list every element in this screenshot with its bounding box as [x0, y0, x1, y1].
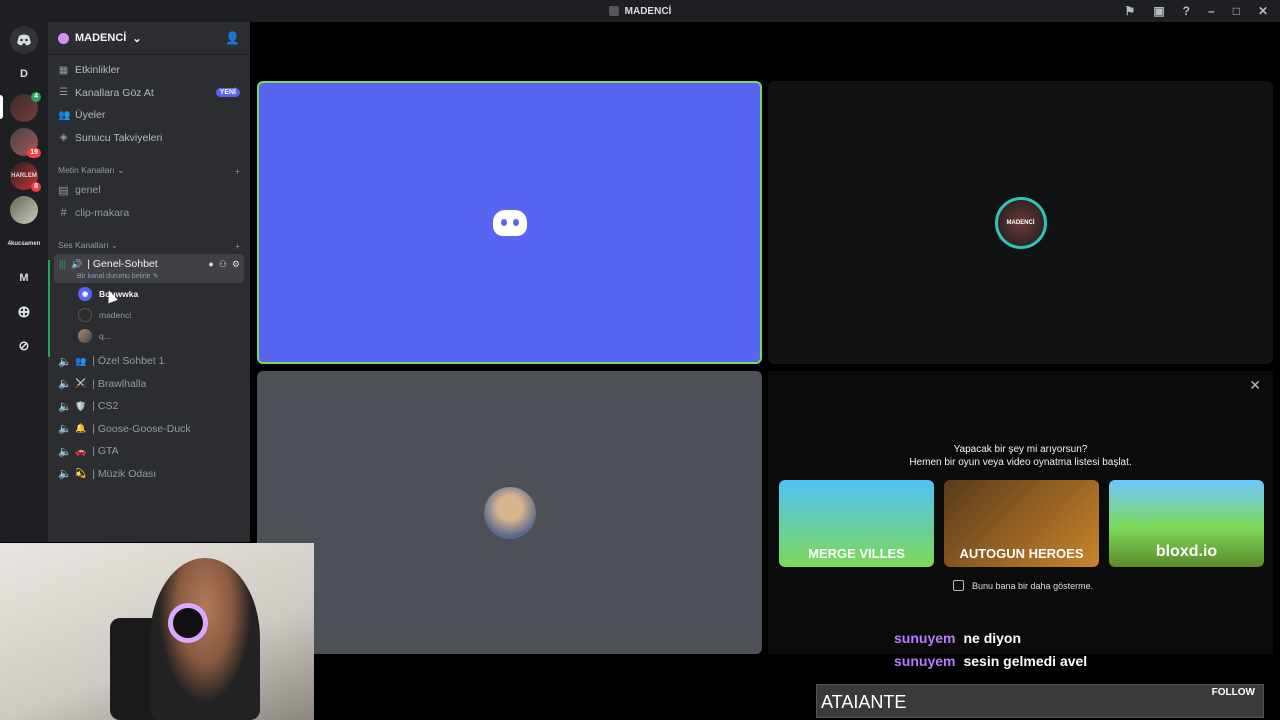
follower-name: ATAIANTE — [821, 692, 907, 712]
channel-genel[interactable]: ▤ genel — [48, 179, 250, 202]
discord-logo-icon — [492, 209, 527, 236]
nav-server-boosts[interactable]: ◈ Sunucu Takviyeleri — [48, 127, 250, 150]
voice-member[interactable]: madenci — [48, 304, 250, 325]
chat-message: sunuyem ne diyon — [894, 630, 1022, 646]
guild-d[interactable]: D — [10, 60, 38, 88]
speaker-icon: 🔈 — [58, 378, 72, 391]
video-tile-server[interactable]: MADENCİ — [768, 81, 1273, 364]
voice-activity-icon: ||| — [59, 259, 67, 269]
speaker-icon: 🔊 — [71, 258, 83, 269]
add-server-icon[interactable]: ⊕ — [10, 298, 38, 326]
guild-madenci[interactable]: 4 — [10, 92, 41, 122]
server-icon — [608, 6, 619, 16]
game-card[interactable]: bloxd.io — [1109, 480, 1264, 567]
follow-alert: ATAIANTE FOLLOW — [816, 684, 1264, 718]
follow-label: FOLLOW — [1211, 687, 1255, 698]
text-category[interactable]: Metin Kanalları ⌄ + — [48, 157, 250, 179]
voice-connected-line — [48, 260, 50, 357]
browse-icon: ☰ — [59, 87, 68, 99]
voice-category[interactable]: Ses Kanalları ⌄ + — [48, 232, 250, 254]
invite-icon[interactable]: ⚇ — [219, 259, 227, 270]
avatar: ◉ — [78, 286, 92, 301]
screen-icon[interactable]: ▣ — [1153, 4, 1164, 18]
server-header[interactable]: MADENCİ ⌄ 👤 — [48, 22, 250, 54]
guild-4kucsamen[interactable]: 4kucsamen — [8, 230, 41, 258]
guild-harlem[interactable]: HARLEM 8 — [10, 162, 41, 192]
calendar-icon: ▦ — [58, 64, 69, 76]
minimize-button[interactable]: – — [1208, 4, 1215, 18]
voice-channel[interactable]: 🔈 🔔 | Goose-Goose-Duck — [48, 418, 250, 441]
close-icon[interactable]: ✕ — [1249, 377, 1261, 394]
members-icon: 👥 — [58, 109, 71, 121]
speaker-icon: 🔈 — [58, 355, 72, 368]
speaker-icon: 🔈 — [58, 468, 72, 481]
speaker-icon: 🔈 — [58, 445, 72, 458]
server-list: D 4 19 HARLEM 8 4kucsamen M ⊕ ⊘ — [0, 22, 48, 542]
divider — [48, 54, 250, 55]
close-window-button[interactable]: ✕ — [1258, 4, 1268, 18]
channel-clip-makara[interactable]: # clip-makara — [48, 202, 250, 225]
boost-icon: ◈ — [59, 132, 68, 144]
game-card[interactable]: AUTOGUN HEROES — [944, 480, 1099, 567]
server-boost-icon — [58, 32, 69, 44]
guild-4[interactable] — [10, 196, 38, 224]
voice-channel[interactable]: 🔈 🚗 | GTA — [48, 440, 250, 463]
nav-browse-channels[interactable]: ☰ Kanallara Göz At YENİ — [48, 82, 250, 105]
user-avatar — [483, 486, 536, 539]
nav-members[interactable]: 👥 Üyeler — [48, 104, 250, 127]
chevron-down-icon: ⌄ — [132, 32, 142, 45]
voice-channel[interactable]: 🔈 💫 | Müzik Odası — [48, 463, 250, 486]
help-icon[interactable]: ? — [1183, 4, 1190, 18]
guild-2[interactable]: 19 — [10, 128, 41, 158]
dont-show-again[interactable]: Bunu bana bir daha gösterme. — [953, 580, 1093, 591]
activity-panel: ✕ Yapacak bir şey mi arıyorsun? Hemen bi… — [768, 371, 1273, 654]
chat-message: sunuyem sesin gelmedi avel — [894, 653, 1088, 669]
discord-home-icon[interactable] — [10, 26, 38, 54]
server-avatar: MADENCİ — [994, 196, 1047, 249]
window-title: MADENCİ — [624, 5, 672, 17]
activity-games: MERGE VILLES AUTOGUN HEROES bloxd.io — [779, 480, 1264, 567]
avatar — [78, 328, 92, 343]
gear-icon[interactable]: ⚙ — [232, 259, 240, 270]
server-name: MADENCİ — [75, 32, 127, 44]
avatar — [78, 307, 92, 322]
voice-channel[interactable]: 🔈 🛡️ | CS2 — [48, 395, 250, 418]
add-voice-channel-icon[interactable]: + — [235, 241, 240, 251]
webcam-overlay — [0, 543, 314, 720]
nav-events[interactable]: ▦ Etkinlikler — [48, 59, 250, 82]
maximize-button[interactable]: □ — [1233, 4, 1240, 18]
video-tile-user[interactable] — [257, 371, 762, 654]
voice-channel[interactable]: 🔈 👥 | Özel Sohbet 1 — [48, 350, 250, 373]
chat-icon[interactable]: ● — [208, 259, 213, 270]
voice-channel[interactable]: 🔈 ⚔️ | Brawlhalla — [48, 373, 250, 396]
activity-subtitle: Hemen bir oyun veya video oynatma listes… — [909, 457, 1132, 468]
add-channel-icon[interactable]: + — [235, 166, 240, 176]
activity-title: Yapacak bir şey mi arıyorsun? — [953, 444, 1088, 455]
explore-icon[interactable]: ⊘ — [10, 332, 38, 360]
voice-member[interactable]: q... — [48, 325, 250, 346]
add-friend-icon[interactable]: 👤 — [225, 31, 240, 45]
channel-status[interactable]: Bir kanal durumu belirle ✎ — [59, 272, 240, 280]
rules-icon: ▤ — [58, 184, 69, 197]
stream-chat: sunuyem ne diyon sunuyem sesin gelmedi ave… — [894, 630, 1087, 676]
checkbox[interactable] — [953, 580, 964, 591]
streamer — [150, 558, 260, 720]
voice-member[interactable]: ◉ Bouwwka — [48, 283, 250, 304]
active-guild-pill — [0, 95, 3, 119]
window-controls: ⚑ ▣ ? – □ ✕ — [1125, 0, 1280, 22]
hash-icon: # — [60, 206, 67, 219]
inbox-icon[interactable]: ⚑ — [1125, 4, 1136, 18]
speaker-icon: 🔈 — [58, 423, 72, 436]
speaker-icon: 🔈 — [58, 400, 72, 413]
new-badge: YENİ — [215, 88, 240, 98]
guild-m[interactable]: M — [10, 264, 38, 292]
active-voice-channel[interactable]: ||| 🔊 | Genel-Sohbet ● ⚇ ⚙ Bir kanal dur… — [54, 254, 244, 283]
game-card[interactable]: MERGE VILLES — [779, 480, 934, 567]
headset — [168, 603, 208, 643]
channel-name: | Genel-Sohbet — [87, 258, 158, 270]
video-tile-speaking[interactable] — [257, 81, 762, 364]
title-bar: MADENCİ ⚑ ▣ ? – □ ✕ — [0, 0, 1280, 22]
channel-sidebar: MADENCİ ⌄ 👤 ▦ Etkinlikler ☰ Kanallara Göz … — [48, 22, 250, 542]
